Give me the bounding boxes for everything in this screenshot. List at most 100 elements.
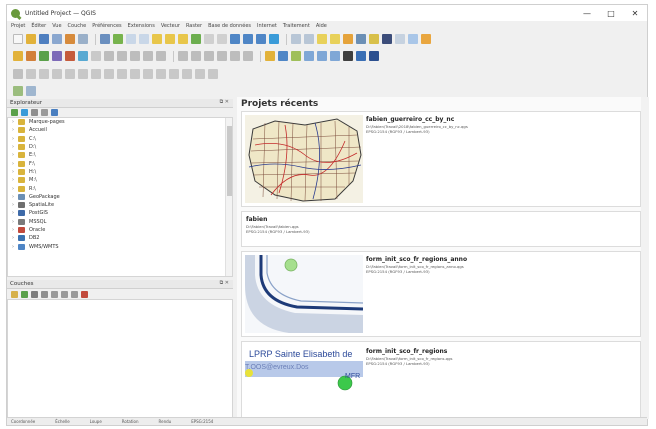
browser-tree-item[interactable]: › PostGIS xyxy=(8,209,232,217)
menu-plugins[interactable]: Extensions xyxy=(128,23,155,29)
annotation-icon[interactable] xyxy=(408,34,418,44)
plugin-f-icon[interactable] xyxy=(13,86,23,96)
menu-vector[interactable]: Vecteur xyxy=(161,23,180,29)
zoom-out-icon[interactable] xyxy=(139,34,149,44)
menu-help[interactable]: Aide xyxy=(316,23,327,29)
close-button[interactable]: ✕ xyxy=(623,5,647,21)
abc-label-icon[interactable] xyxy=(265,51,275,61)
browser-tree-item[interactable]: › Oracle xyxy=(8,226,232,234)
merge-attributes-icon[interactable] xyxy=(182,69,192,79)
browser-tree-item[interactable]: › SpatiaLite xyxy=(8,201,232,209)
run-action-icon[interactable] xyxy=(304,34,314,44)
plugin-e-icon[interactable] xyxy=(369,51,379,61)
identify-icon[interactable] xyxy=(291,34,301,44)
tips-icon[interactable] xyxy=(421,34,431,44)
diagram-icon[interactable] xyxy=(278,51,288,61)
python-console-icon[interactable] xyxy=(343,51,353,61)
show-bookmarks-icon[interactable] xyxy=(256,34,266,44)
menu-raster[interactable]: Raster xyxy=(186,23,202,29)
digitize-icon[interactable] xyxy=(39,51,49,61)
browser-tree-item[interactable]: › GeoPackage xyxy=(8,193,232,201)
change-label-icon[interactable] xyxy=(243,51,253,61)
menu-database[interactable]: Base de données xyxy=(208,23,251,29)
save-as-icon[interactable] xyxy=(52,34,62,44)
select-by-value-icon[interactable] xyxy=(330,34,340,44)
menu-layer[interactable]: Couche xyxy=(68,23,87,29)
fill-ring-icon[interactable] xyxy=(78,69,88,79)
layers-tree[interactable] xyxy=(7,299,233,419)
filter-icon[interactable] xyxy=(31,109,38,116)
split-parts-icon[interactable] xyxy=(156,69,166,79)
recent-project-card[interactable]: form_init_sco_fr_regions_anno D:\Fabien\… xyxy=(241,251,641,337)
manage-visibility-icon[interactable] xyxy=(31,291,38,298)
plugin-a-icon[interactable] xyxy=(304,51,314,61)
recent-project-card[interactable]: fabien_guerreiro_cc_by_nc D:\Fabien\Trav… xyxy=(241,111,641,207)
rotate-symbols-icon[interactable] xyxy=(195,69,205,79)
menu-edit[interactable]: Éditer xyxy=(31,23,46,29)
bookmark-icon[interactable] xyxy=(243,34,253,44)
pan-icon[interactable] xyxy=(100,34,110,44)
georeferencer-icon[interactable] xyxy=(291,51,301,61)
trim-extend-icon[interactable] xyxy=(208,69,218,79)
open-project-icon[interactable] xyxy=(26,34,36,44)
plugin-b-icon[interactable] xyxy=(317,51,327,61)
expand-all-icon[interactable] xyxy=(61,291,68,298)
remove-layer-icon[interactable] xyxy=(81,291,88,298)
browser-tree-item[interactable]: › Accueil xyxy=(8,126,232,134)
recent-projects-scrollbar[interactable] xyxy=(641,97,649,419)
menu-web[interactable]: Internet xyxy=(257,23,277,29)
refresh-icon[interactable] xyxy=(21,109,28,116)
delete-feature-icon[interactable] xyxy=(91,51,101,61)
print-layout-icon[interactable] xyxy=(65,34,75,44)
show-label-icon[interactable] xyxy=(204,51,214,61)
browser-panel-controls[interactable]: ⧉ ✕ xyxy=(220,99,229,105)
plugin-g-icon[interactable] xyxy=(26,86,36,96)
zoom-layer-icon[interactable] xyxy=(178,34,188,44)
attribute-table-icon[interactable] xyxy=(343,34,353,44)
current-edits-icon[interactable] xyxy=(13,51,23,61)
add-group-icon[interactable] xyxy=(21,291,28,298)
browser-tree-item[interactable]: › F:\ xyxy=(8,159,232,167)
add-ring-icon[interactable] xyxy=(52,69,62,79)
expression-filter-icon[interactable] xyxy=(51,291,58,298)
browser-scrollbar[interactable] xyxy=(225,118,232,276)
zoom-in-icon[interactable] xyxy=(126,34,136,44)
collapse-all-icon[interactable] xyxy=(71,291,78,298)
label-tool-icon[interactable] xyxy=(178,51,188,61)
select-features-icon[interactable] xyxy=(317,34,327,44)
zoom-full-icon[interactable] xyxy=(152,34,162,44)
refresh-icon[interactable] xyxy=(269,34,279,44)
zoom-native-icon[interactable] xyxy=(191,34,201,44)
zoom-selection-icon[interactable] xyxy=(165,34,175,44)
menu-settings[interactable]: Préférences xyxy=(92,23,121,29)
copy-features-icon[interactable] xyxy=(117,51,127,61)
plugin-c-icon[interactable] xyxy=(330,51,340,61)
reshape-icon[interactable] xyxy=(117,69,127,79)
toggle-editing-icon[interactable] xyxy=(26,51,36,61)
offset-curve-icon[interactable] xyxy=(130,69,140,79)
cut-features-icon[interactable] xyxy=(104,51,114,61)
redo-icon[interactable] xyxy=(156,51,166,61)
layout-manager-icon[interactable] xyxy=(78,34,88,44)
paste-features-icon[interactable] xyxy=(130,51,140,61)
browser-tree-item[interactable]: › MSSQL xyxy=(8,218,232,226)
browser-tree-item[interactable]: › R:\ xyxy=(8,184,232,192)
zoom-last-icon[interactable] xyxy=(204,34,214,44)
layer-styling-icon[interactable] xyxy=(11,291,18,298)
browser-tree-item[interactable]: › Marque-pages xyxy=(8,118,232,126)
new-map-view-icon[interactable] xyxy=(230,34,240,44)
browser-tree-item[interactable]: › M:\ xyxy=(8,176,232,184)
add-layer-icon[interactable] xyxy=(11,109,18,116)
browser-tree-item[interactable]: › DB2 xyxy=(8,234,232,242)
toolbox-icon[interactable] xyxy=(369,34,379,44)
menu-processing[interactable]: Traitement xyxy=(283,23,310,29)
recent-project-card[interactable]: LPRP Sainte Elisabeth de T.OOS@evreux.Do… xyxy=(241,341,641,420)
filter-legend-icon[interactable] xyxy=(41,291,48,298)
recent-project-card[interactable]: fabien D:\Fabien\Travail\fabien.qgs EPSG… xyxy=(241,211,641,247)
pin-label-icon[interactable] xyxy=(191,51,201,61)
zoom-next-icon[interactable] xyxy=(217,34,227,44)
rotate-feature-icon[interactable] xyxy=(26,69,36,79)
menu-project[interactable]: Projet xyxy=(11,23,25,29)
browser-tree-item[interactable]: › H:\ xyxy=(8,168,232,176)
menu-view[interactable]: Vue xyxy=(52,23,61,29)
